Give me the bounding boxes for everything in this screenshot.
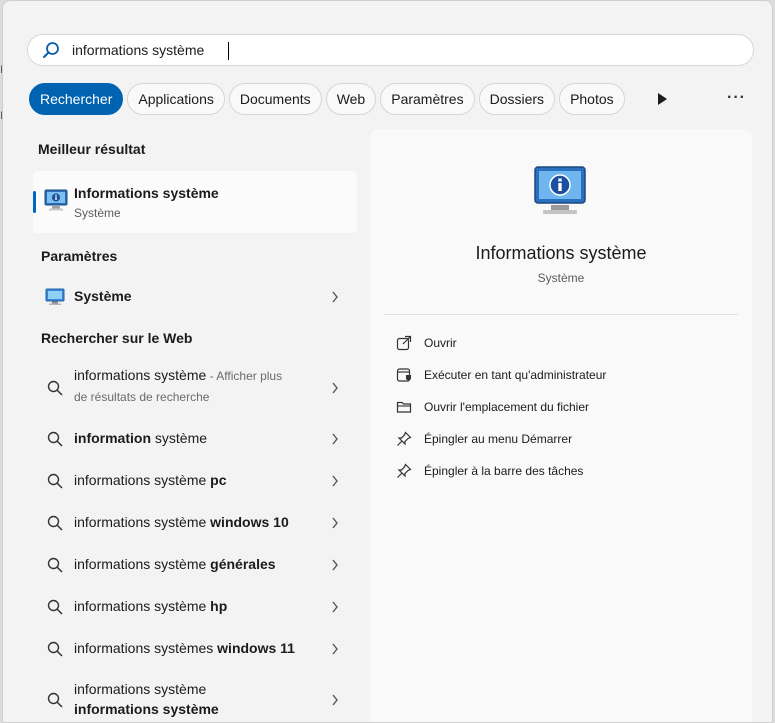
section-settings: Paramètres — [41, 248, 118, 264]
web-result-text: informations système — [74, 367, 207, 383]
action-run-as-admin[interactable]: Exécuter en tant qu'administrateur — [384, 361, 738, 389]
chevron-right-icon — [332, 694, 338, 706]
open-external-icon — [396, 335, 412, 351]
action-open[interactable]: Ouvrir — [384, 329, 738, 357]
text-caret — [228, 42, 229, 60]
system-info-large-icon — [534, 166, 586, 214]
web-result-bold: pc — [210, 472, 227, 488]
filter-applications[interactable]: Applications — [127, 83, 225, 115]
best-result-subtitle: Système — [74, 206, 121, 220]
admin-shield-icon — [396, 368, 411, 382]
chevron-right-icon — [332, 559, 338, 571]
action-pin-taskbar[interactable]: Épingler à la barre des tâches — [384, 457, 738, 485]
web-result-text: informations système — [74, 681, 207, 697]
folder-icon — [396, 401, 412, 413]
chevron-right-icon — [332, 475, 338, 487]
web-result-text: informations système — [74, 556, 211, 572]
chevron-right-icon — [332, 433, 338, 445]
action-open-file-location[interactable]: Ouvrir l'emplacement du fichier — [384, 393, 738, 421]
search-icon — [47, 515, 63, 531]
section-best-result: Meilleur résultat — [38, 141, 146, 157]
monitor-icon — [45, 288, 65, 305]
web-result-text: informations système — [74, 472, 211, 488]
settings-item-systeme[interactable]: Système — [33, 277, 357, 317]
search-input[interactable] — [72, 42, 672, 58]
search-icon — [47, 692, 63, 708]
web-result-bold: générales — [210, 556, 276, 572]
best-result-item[interactable]: Informations système Système — [33, 171, 357, 233]
filter-rechercher[interactable]: Rechercher — [29, 83, 124, 115]
web-result[interactable]: informations système - Afficher plus de … — [33, 363, 357, 413]
action-label: Exécuter en tant qu'administrateur — [424, 368, 607, 382]
web-result[interactable]: informations système pc — [33, 461, 357, 501]
web-result-text: système — [151, 430, 208, 446]
web-result-bold: windows 11 — [217, 640, 295, 656]
search-panel: Rechercher Applications Documents Web Pa… — [2, 0, 773, 723]
web-result-bold: informations système — [74, 701, 219, 717]
web-result[interactable]: informations système informations systèm… — [33, 677, 357, 722]
action-label: Épingler au menu Démarrer — [424, 432, 573, 446]
settings-item-label: Système — [74, 288, 132, 304]
web-result[interactable]: informations système générales — [33, 545, 357, 585]
search-icon — [47, 599, 63, 615]
web-result-bold: information — [74, 430, 151, 446]
web-result[interactable]: information système — [33, 419, 357, 459]
search-icon — [47, 641, 63, 657]
filter-photos[interactable]: Photos — [559, 83, 625, 115]
search-icon — [47, 431, 63, 447]
search-icon — [43, 42, 59, 58]
divider — [384, 314, 738, 315]
web-result-text: informations systèmes — [74, 640, 218, 656]
web-result[interactable]: informations système hp — [33, 587, 357, 627]
detail-subtitle: Système — [537, 271, 585, 285]
pin-icon — [397, 463, 412, 478]
web-result-bold: hp — [210, 598, 228, 614]
filter-dossiers[interactable]: Dossiers — [478, 83, 556, 115]
filter-parametres[interactable]: Paramètres — [380, 83, 475, 115]
system-info-icon — [44, 189, 68, 211]
web-result-text: informations système — [74, 598, 211, 614]
web-result[interactable]: informations système windows 10 — [33, 503, 357, 543]
action-label: Épingler à la barre des tâches — [424, 464, 584, 478]
section-web-search: Rechercher sur le Web — [41, 330, 193, 346]
web-result[interactable]: informations systèmes windows 11 — [33, 629, 357, 669]
filter-bar: Rechercher Applications Documents Web Pa… — [29, 83, 625, 115]
play-more-filters-icon[interactable] — [655, 91, 669, 107]
best-result-title: Informations système — [74, 185, 219, 201]
chevron-right-icon — [332, 643, 338, 655]
chevron-right-icon — [332, 291, 338, 303]
more-options-icon[interactable]: ··· — [727, 89, 746, 107]
detail-title: Informations système — [475, 243, 647, 263]
web-result-bold: windows 10 — [210, 514, 289, 530]
chevron-right-icon — [332, 601, 338, 613]
web-result-text: informations système — [74, 514, 211, 530]
search-icon — [47, 473, 63, 489]
chevron-right-icon — [332, 517, 338, 529]
web-result-more-line2: de résultats de recherche — [74, 390, 210, 404]
pin-icon — [397, 431, 412, 446]
filter-documents[interactable]: Documents — [228, 83, 322, 115]
search-icon — [47, 557, 63, 573]
action-label: Ouvrir — [424, 336, 457, 350]
selection-indicator — [33, 191, 36, 213]
chevron-right-icon — [332, 382, 338, 394]
filter-web[interactable]: Web — [325, 83, 377, 115]
search-box[interactable] — [27, 34, 754, 66]
search-icon — [47, 380, 63, 396]
web-result-more: - Afficher plus — [206, 369, 283, 383]
action-label: Ouvrir l'emplacement du fichier — [424, 400, 590, 414]
detail-pane: Informations système Système Ouvrir Exéc… — [370, 129, 752, 722]
action-pin-start[interactable]: Épingler au menu Démarrer — [384, 425, 738, 453]
